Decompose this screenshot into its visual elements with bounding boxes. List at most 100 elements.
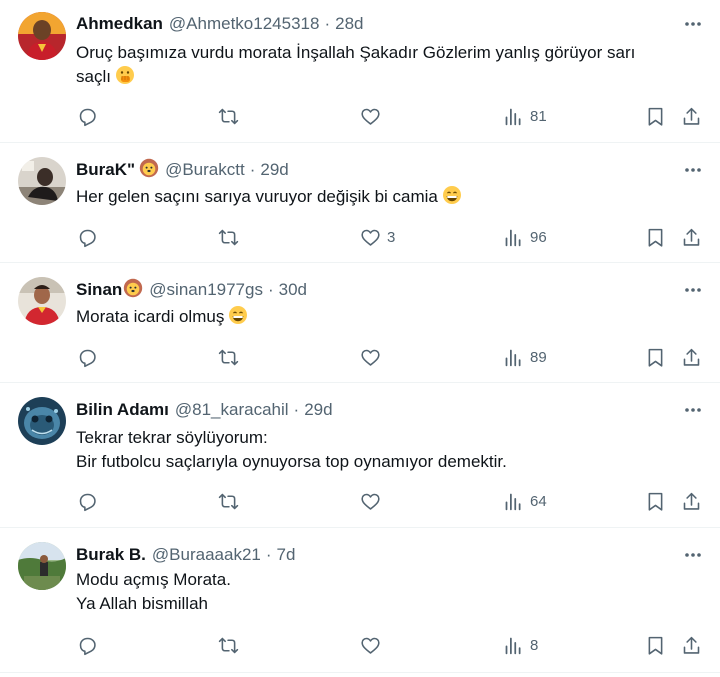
share-icon	[683, 348, 700, 366]
user-handle[interactable]: @sinan1977gs	[149, 280, 263, 300]
timestamp[interactable]: 30d	[279, 280, 307, 300]
avatar[interactable]	[18, 12, 66, 60]
avatar[interactable]	[18, 542, 66, 590]
tweet-text-line: Her gelen saçını sarıya vuruyor değişik …	[76, 187, 438, 206]
tweet[interactable]: Bilin Adamı @81_karacahil · 29d Tekrar t…	[0, 383, 720, 528]
views-button[interactable]: 81	[503, 104, 547, 128]
share-button[interactable]	[681, 633, 702, 657]
like-button[interactable]	[360, 345, 387, 369]
reply-button[interactable]	[77, 633, 98, 657]
retweet-button[interactable]	[218, 345, 239, 369]
tweet-header: Ahmedkan @Ahmetko1245318 · 28d	[76, 13, 364, 35]
tweet[interactable]: Burak B. @Buraaaak21 · 7d Modu açmış Mor…	[0, 528, 720, 673]
share-button[interactable]	[681, 489, 702, 513]
action-bar: 64	[0, 489, 720, 513]
bookmark-button[interactable]	[645, 104, 666, 128]
views-button[interactable]: 8	[503, 633, 538, 657]
timestamp[interactable]: 29d	[260, 160, 288, 180]
tweet-header: BuraK" @Burakctt · 29d	[76, 158, 289, 183]
share-button[interactable]	[681, 104, 702, 128]
display-name[interactable]: Ahmedkan	[76, 14, 163, 34]
more-icon[interactable]	[680, 544, 706, 566]
lion-face-icon	[139, 158, 159, 183]
reply-button[interactable]	[77, 345, 98, 369]
more-icon[interactable]	[680, 13, 706, 35]
bookmark-button[interactable]	[645, 345, 666, 369]
view-count: 8	[530, 636, 539, 654]
heart-icon	[361, 229, 380, 246]
bookmark-button[interactable]	[645, 225, 666, 249]
display-name[interactable]: Bilin Adamı	[76, 400, 169, 420]
more-icon[interactable]	[680, 159, 706, 181]
user-handle[interactable]: @Buraaaak21	[152, 545, 261, 565]
more-icon[interactable]	[680, 399, 706, 421]
reply-icon	[79, 349, 96, 367]
share-icon	[683, 107, 700, 125]
user-handle[interactable]: @Burakctt	[165, 160, 245, 180]
like-button[interactable]	[360, 489, 387, 513]
user-handle[interactable]: @81_karacahil	[175, 400, 289, 420]
separator: ·	[267, 280, 274, 299]
retweet-button[interactable]	[218, 104, 239, 128]
action-bar: 8	[0, 633, 720, 657]
retweet-button[interactable]	[218, 225, 239, 249]
bookmark-icon	[648, 492, 663, 511]
views-button[interactable]: 64	[503, 489, 547, 513]
display-name[interactable]: Sinan	[76, 280, 122, 300]
share-icon	[683, 636, 700, 654]
display-name[interactable]: BuraK"	[76, 160, 135, 180]
tweet-text-line: Tekrar tekrar söylüyorum:	[76, 428, 268, 447]
views-icon	[505, 637, 521, 654]
like-button[interactable]	[360, 104, 387, 128]
tweet[interactable]: Sinan @sinan1977gs · 30d Morata icardi o…	[0, 263, 720, 383]
retweet-icon	[218, 637, 239, 653]
bookmark-button[interactable]	[645, 633, 666, 657]
timestamp[interactable]: 28d	[335, 14, 363, 34]
action-bar: 81	[0, 104, 720, 128]
views-button[interactable]: 89	[503, 345, 547, 369]
tweet-text-line: Morata icardi olmuş	[76, 307, 225, 326]
bookmark-button[interactable]	[645, 489, 666, 513]
timestamp[interactable]: 7d	[277, 545, 296, 565]
retweet-icon	[218, 229, 239, 245]
heart-icon	[361, 108, 380, 125]
tweet-header: Bilin Adamı @81_karacahil · 29d	[76, 399, 333, 421]
share-button[interactable]	[681, 225, 702, 249]
like-button[interactable]	[360, 633, 387, 657]
avatar[interactable]	[18, 397, 66, 445]
retweet-button[interactable]	[218, 489, 239, 513]
heart-icon	[361, 493, 380, 510]
retweet-button[interactable]	[218, 633, 239, 657]
view-count: 81	[530, 107, 547, 125]
views-button[interactable]: 96	[503, 225, 547, 249]
user-handle[interactable]: @Ahmetko1245318	[169, 14, 320, 34]
tweet-text-line: saçlı	[76, 67, 111, 86]
bookmark-icon	[648, 228, 663, 247]
reply-icon	[79, 493, 96, 511]
reply-button[interactable]	[77, 489, 98, 513]
timestamp[interactable]: 29d	[304, 400, 332, 420]
tweet[interactable]: Ahmedkan @Ahmetko1245318 · 28d Oruç başı…	[0, 0, 720, 143]
share-button[interactable]	[681, 345, 702, 369]
retweet-icon	[218, 349, 239, 365]
reply-button[interactable]	[77, 104, 98, 128]
separator: ·	[249, 160, 256, 179]
reply-button[interactable]	[77, 225, 98, 249]
tweet-text: Modu açmış Morata. Ya Allah bismillah	[76, 568, 696, 616]
action-bar: 89	[0, 345, 720, 369]
retweet-icon	[218, 108, 239, 124]
avatar[interactable]	[18, 157, 66, 205]
avatar[interactable]	[18, 277, 66, 325]
display-name[interactable]: Burak B.	[76, 545, 146, 565]
tweet[interactable]: BuraK" @Burakctt · 29d Her gelen saçını …	[0, 143, 720, 263]
like-button[interactable]: 3	[360, 225, 395, 249]
views-icon	[505, 349, 521, 366]
separator: ·	[293, 400, 300, 419]
views-icon	[505, 108, 521, 125]
action-bar: 3 96	[0, 225, 720, 249]
bookmark-icon	[648, 636, 663, 655]
bookmark-icon	[648, 348, 663, 367]
share-icon	[683, 228, 700, 246]
more-icon[interactable]	[680, 279, 706, 301]
reply-icon	[79, 637, 96, 655]
